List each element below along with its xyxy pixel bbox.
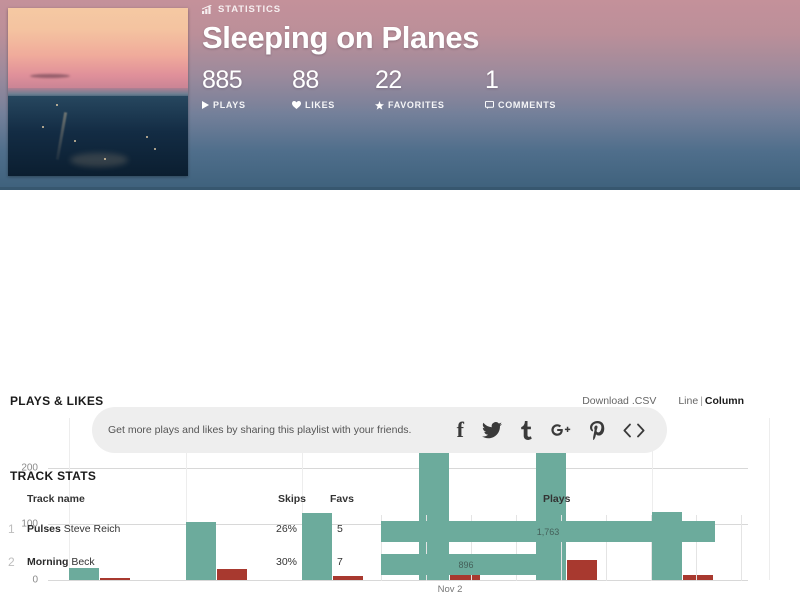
artwork-light-dot [154, 148, 156, 150]
share-prompt-text: Get more plays and likes by sharing this… [108, 424, 457, 436]
stat-comments-label-group: COMMENTS [485, 100, 556, 110]
plays-and-likes-panel: PLAYS & LIKES Download .CSV Line|Column … [0, 190, 800, 405]
share-bar-wrapper: Get more plays and likes by sharing this… [0, 405, 800, 463]
column-header-skips: Skips [278, 493, 306, 505]
bar-chart-icon [202, 5, 213, 14]
stat-likes-label-group: LIKES [292, 100, 375, 110]
artwork-light-dot [146, 136, 148, 138]
comment-bubble-icon [485, 101, 494, 109]
twitter-icon[interactable] [482, 422, 502, 439]
track-plays-gridline [651, 548, 652, 581]
stat-plays-label-group: PLAYS [202, 100, 292, 110]
stat-favorites-label: FAVORITES [388, 100, 445, 110]
track-artist: Steve Reich [61, 523, 121, 535]
track-stats-title: TRACK STATS [10, 469, 96, 483]
header-stats-row: 885 PLAYS 88 LIKES 22 [202, 68, 556, 110]
artwork-light-dot [104, 158, 106, 160]
track-skips: 30% [276, 556, 297, 568]
track-favs: 5 [337, 523, 343, 535]
table-row[interactable]: 1 Pulses Steve Reich 26% 5 1,763 [0, 515, 800, 548]
track-plays-bar[interactable]: 1,763 [381, 521, 715, 542]
track-stats-panel: TRACK STATS Track name Skips Favs Plays … [0, 463, 800, 573]
tumblr-icon[interactable] [520, 421, 532, 440]
track-index: 2 [8, 555, 15, 569]
track-name[interactable]: Pulses Steve Reich [27, 523, 120, 535]
track-favs: 7 [337, 556, 343, 568]
artwork-light-dot [74, 140, 76, 142]
artwork-thumbnail[interactable] [8, 8, 188, 176]
stat-comments: 1 COMMENTS [485, 68, 556, 110]
track-plays-gridline [696, 548, 697, 581]
track-artist: Beck [68, 556, 94, 568]
star-icon [375, 101, 384, 110]
column-header-track-name: Track name [27, 493, 85, 505]
play-triangle-icon [202, 101, 209, 109]
stat-plays: 885 PLAYS [202, 68, 292, 110]
track-plays-gridline [741, 515, 742, 548]
track-plays-bar[interactable]: 896 [381, 554, 551, 575]
track-skips: 26% [276, 523, 297, 535]
artwork-light-dot [42, 126, 44, 128]
stat-favorites: 22 FAVORITES [375, 68, 485, 110]
column-header-plays: Plays [543, 493, 570, 505]
heart-icon [292, 101, 301, 109]
stat-favorites-label-group: FAVORITES [375, 100, 485, 110]
page-title: Sleeping on Planes [202, 20, 556, 56]
stat-plays-label: PLAYS [213, 100, 246, 110]
artwork-cloud [30, 74, 70, 78]
track-plays-gridline [561, 548, 562, 581]
track-plays-gridline [606, 548, 607, 581]
stat-comments-value: 1 [485, 68, 556, 93]
chart-x-tick-label: Nov 2 [438, 584, 463, 595]
column-header-favs: Favs [330, 493, 354, 505]
share-icon-group: f [457, 419, 645, 441]
facebook-icon[interactable]: f [457, 419, 464, 441]
stat-likes-value: 88 [292, 68, 375, 93]
embed-code-icon[interactable] [623, 423, 645, 438]
statistics-kicker: STATISTICS [202, 4, 556, 15]
pinterest-icon[interactable] [590, 421, 605, 440]
artwork-sky [8, 8, 188, 94]
track-title: Morning [27, 556, 68, 568]
stat-favorites-value: 22 [375, 68, 485, 93]
artwork-light-dot [56, 104, 58, 106]
track-plays-value: 1,763 [537, 527, 560, 537]
stat-plays-value: 885 [202, 68, 292, 93]
playlist-header: STATISTICS Sleeping on Planes 885 PLAYS … [0, 0, 800, 190]
track-plays-gridline [741, 548, 742, 581]
header-content: STATISTICS Sleeping on Planes 885 PLAYS … [202, 4, 556, 110]
artwork-city-glow [70, 153, 128, 167]
track-plays-plot: 1,763 [381, 515, 741, 548]
track-title: Pulses [27, 523, 61, 535]
statistics-kicker-label: STATISTICS [218, 4, 281, 15]
track-name[interactable]: Morning Beck [27, 556, 95, 568]
track-plays-value: 896 [458, 560, 473, 570]
stat-likes-label: LIKES [305, 100, 335, 110]
stat-likes: 88 LIKES [292, 68, 375, 110]
share-bar: Get more plays and likes by sharing this… [92, 407, 667, 453]
track-index: 1 [8, 522, 15, 536]
google-plus-icon[interactable] [550, 422, 572, 438]
stat-comments-label: COMMENTS [498, 100, 556, 110]
track-plays-plot: 896 [381, 548, 741, 581]
table-row[interactable]: 2 Morning Beck 30% 7 896 [0, 548, 800, 581]
track-stats-header-row: Track name Skips Favs Plays [0, 493, 800, 511]
